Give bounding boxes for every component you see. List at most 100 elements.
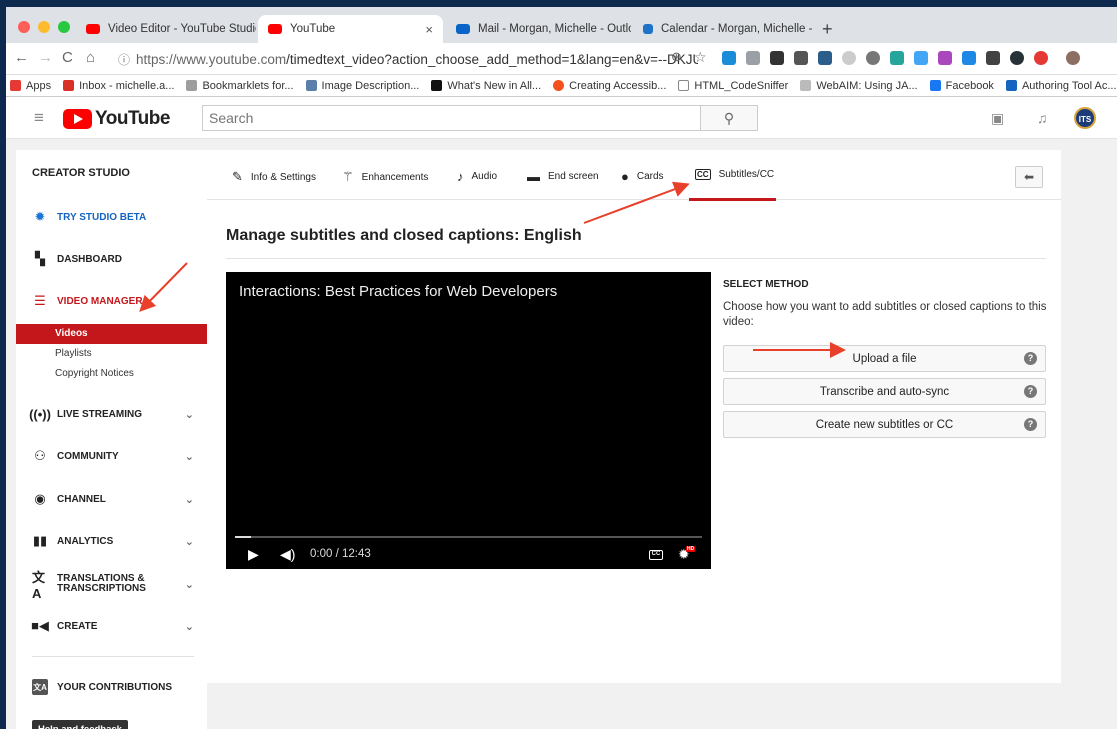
menu-icon[interactable]: ≡ — [34, 108, 44, 128]
sidebar-item-channel[interactable]: ◉ CHANNEL ⌄ — [32, 491, 194, 507]
bookmark-apps[interactable]: Apps — [10, 80, 51, 92]
help-question-icon[interactable]: ? — [1024, 385, 1037, 398]
extension-icon[interactable] — [890, 51, 904, 65]
bookmark-item[interactable]: Facebook — [929, 80, 994, 92]
progress-played — [235, 536, 251, 538]
notifications-bell-icon[interactable]: ♫ — [1037, 110, 1048, 126]
upload-file-button[interactable]: Upload a file ? — [723, 345, 1046, 372]
sidebar-item-analytics[interactable]: ▮▮ ANALYTICS ⌄ — [32, 533, 194, 549]
account-avatar[interactable]: ITS — [1074, 107, 1096, 129]
extension-icon[interactable] — [914, 51, 928, 65]
video-player[interactable]: Interactions: Best Practices for Web Dev… — [226, 272, 711, 569]
browser-tab[interactable]: Mail - Morgan, Michelle - Outlo × — [446, 15, 631, 43]
help-question-icon[interactable]: ? — [1024, 352, 1037, 365]
extension-icon[interactable] — [794, 51, 808, 65]
forward-icon[interactable]: → — [38, 49, 53, 66]
select-method-description: Choose how you want to add subtitles or … — [723, 301, 1047, 328]
bookmark-item[interactable]: Creating Accessib... — [553, 80, 666, 92]
active-tab-indicator — [689, 198, 776, 201]
gear-icon: ✹ — [34, 209, 46, 224]
tab-cards[interactable]: ● Cards — [621, 169, 664, 184]
bookmarks-bar: Apps Inbox - michelle.a... Bookmarklets … — [6, 75, 1117, 97]
create-new-subtitles-button[interactable]: Create new subtitles or CC ? — [723, 411, 1046, 438]
transcribe-auto-sync-button[interactable]: Transcribe and auto-sync ? — [723, 378, 1046, 405]
search-input[interactable] — [202, 105, 701, 131]
tab-end-screen[interactable]: ▬ End screen — [527, 169, 599, 184]
editor-tabs: ✎ Info & Settings ⚚ Enhancements ♪ Audio ▬ E… — [207, 150, 1061, 201]
back-icon[interactable]: ← — [14, 49, 29, 66]
extension-icon[interactable] — [842, 51, 856, 65]
sidebar-item-dashboard[interactable]: ▚ DASHBOARD — [32, 251, 194, 267]
browser-toolbar: ← → C ⌂ ⓘ https://www.youtube.com/timedt… — [6, 43, 1117, 75]
extension-icon[interactable] — [1010, 51, 1024, 65]
zoom-icon[interactable]: ⊕ — [671, 49, 682, 65]
chevron-down-icon: ⌄ — [184, 493, 194, 506]
sidebar-item-try-studio-beta[interactable]: ✹ TRY STUDIO BETA — [32, 209, 194, 225]
sidebar-item-community[interactable]: ⚇ COMMUNITY ⌄ — [32, 448, 194, 464]
extension-icon[interactable] — [866, 51, 880, 65]
browser-tab-active[interactable]: YouTube × — [258, 15, 443, 43]
sidebar-item-video-manager[interactable]: ☰ VIDEO MANAGER — [32, 293, 194, 309]
browser-tab[interactable]: Video Editor - YouTube Studio × — [76, 15, 256, 43]
tab-subtitles-cc[interactable]: CC Subtitles/CC — [695, 169, 774, 180]
bookmark-item[interactable]: Bookmarklets for... — [186, 80, 294, 92]
w3c-icon — [1005, 80, 1017, 91]
progress-bar[interactable] — [235, 536, 702, 538]
extension-icon[interactable] — [986, 51, 1000, 65]
back-to-video-button[interactable]: ⬅ — [1015, 166, 1043, 188]
analytics-icon: ▮▮ — [32, 533, 48, 548]
bookmark-item[interactable]: Authoring Tool Ac... — [1005, 80, 1117, 92]
bookmark-favicon-icon — [553, 80, 565, 91]
bookmark-item[interactable]: What's New in All... — [431, 80, 541, 92]
tab-enhancements[interactable]: ⚚ Enhancements — [342, 169, 428, 185]
reload-icon[interactable]: C — [62, 49, 73, 66]
profile-icon[interactable] — [1066, 51, 1080, 65]
new-tab-icon[interactable]: + — [822, 19, 833, 40]
captions-toggle-icon[interactable]: CC — [649, 550, 663, 560]
address-bar[interactable]: ⓘ https://www.youtube.com/timedtext_vide… — [118, 48, 698, 70]
bookmark-item[interactable]: Image Description... — [305, 80, 419, 92]
bookmark-favicon-icon — [305, 80, 317, 91]
youtube-play-icon — [63, 109, 92, 129]
page-icon — [678, 80, 690, 91]
sidebar-subitem-videos[interactable]: Videos — [16, 324, 207, 344]
volume-icon[interactable]: ◀) — [280, 546, 295, 563]
browser-tab[interactable]: Calendar - Morgan, Michelle - × — [633, 15, 818, 43]
sidebar-item-create[interactable]: ■◀ CREATE ⌄ — [31, 618, 194, 634]
tab-info-settings[interactable]: ✎ Info & Settings — [232, 169, 316, 185]
close-window-icon[interactable] — [18, 21, 30, 33]
extension-icon[interactable] — [818, 51, 832, 65]
extension-icon[interactable] — [938, 51, 952, 65]
close-tab-icon[interactable]: × — [417, 22, 433, 37]
youtube-logo[interactable]: YouTube — [63, 108, 170, 130]
play-icon[interactable]: ▶ — [248, 546, 259, 563]
maximize-window-icon[interactable] — [58, 21, 70, 33]
time-display: 0:00 / 12:43 — [310, 548, 371, 560]
bookmark-star-icon[interactable]: ☆ — [694, 49, 707, 66]
camera-icon: ■◀ — [31, 618, 49, 633]
sidebar-subitem-copyright[interactable]: Copyright Notices — [16, 364, 207, 384]
extension-icon[interactable] — [1034, 51, 1048, 65]
extension-icon[interactable] — [770, 51, 784, 65]
extension-icon[interactable] — [722, 51, 736, 65]
close-tab-icon[interactable]: × — [812, 22, 818, 37]
upload-video-icon[interactable]: ▣ — [991, 110, 1004, 127]
bookmark-item[interactable]: Inbox - michelle.a... — [63, 80, 174, 92]
bookmark-item[interactable]: WebAIM: Using JA... — [800, 80, 918, 92]
sidebar-subitem-playlists[interactable]: Playlists — [16, 344, 207, 364]
minimize-window-icon[interactable] — [38, 21, 50, 33]
tab-audio[interactable]: ♪ Audio — [457, 169, 497, 184]
search-button[interactable]: ⚲ — [701, 105, 758, 131]
help-question-icon[interactable]: ? — [1024, 418, 1037, 431]
help-feedback-button[interactable]: Help and feedback — [32, 720, 128, 729]
extension-icon[interactable] — [746, 51, 760, 65]
sidebar-item-translations[interactable]: 文A TRANSLATIONS & TRANSCRIPTIONS ⌄ — [32, 570, 194, 601]
bookmark-item[interactable]: HTML_CodeSniffer — [678, 80, 788, 92]
sidebar-item-live-streaming[interactable]: ((•)) LIVE STREAMING ⌄ — [29, 406, 194, 422]
sidebar-item-your-contributions[interactable]: 文A YOUR CONTRIBUTIONS — [32, 679, 194, 695]
apps-grid-icon — [10, 80, 21, 91]
extension-icon[interactable] — [962, 51, 976, 65]
dashboard-icon: ▚ — [35, 251, 45, 266]
home-icon[interactable]: ⌂ — [86, 49, 95, 66]
channel-icon: ◉ — [34, 491, 46, 506]
